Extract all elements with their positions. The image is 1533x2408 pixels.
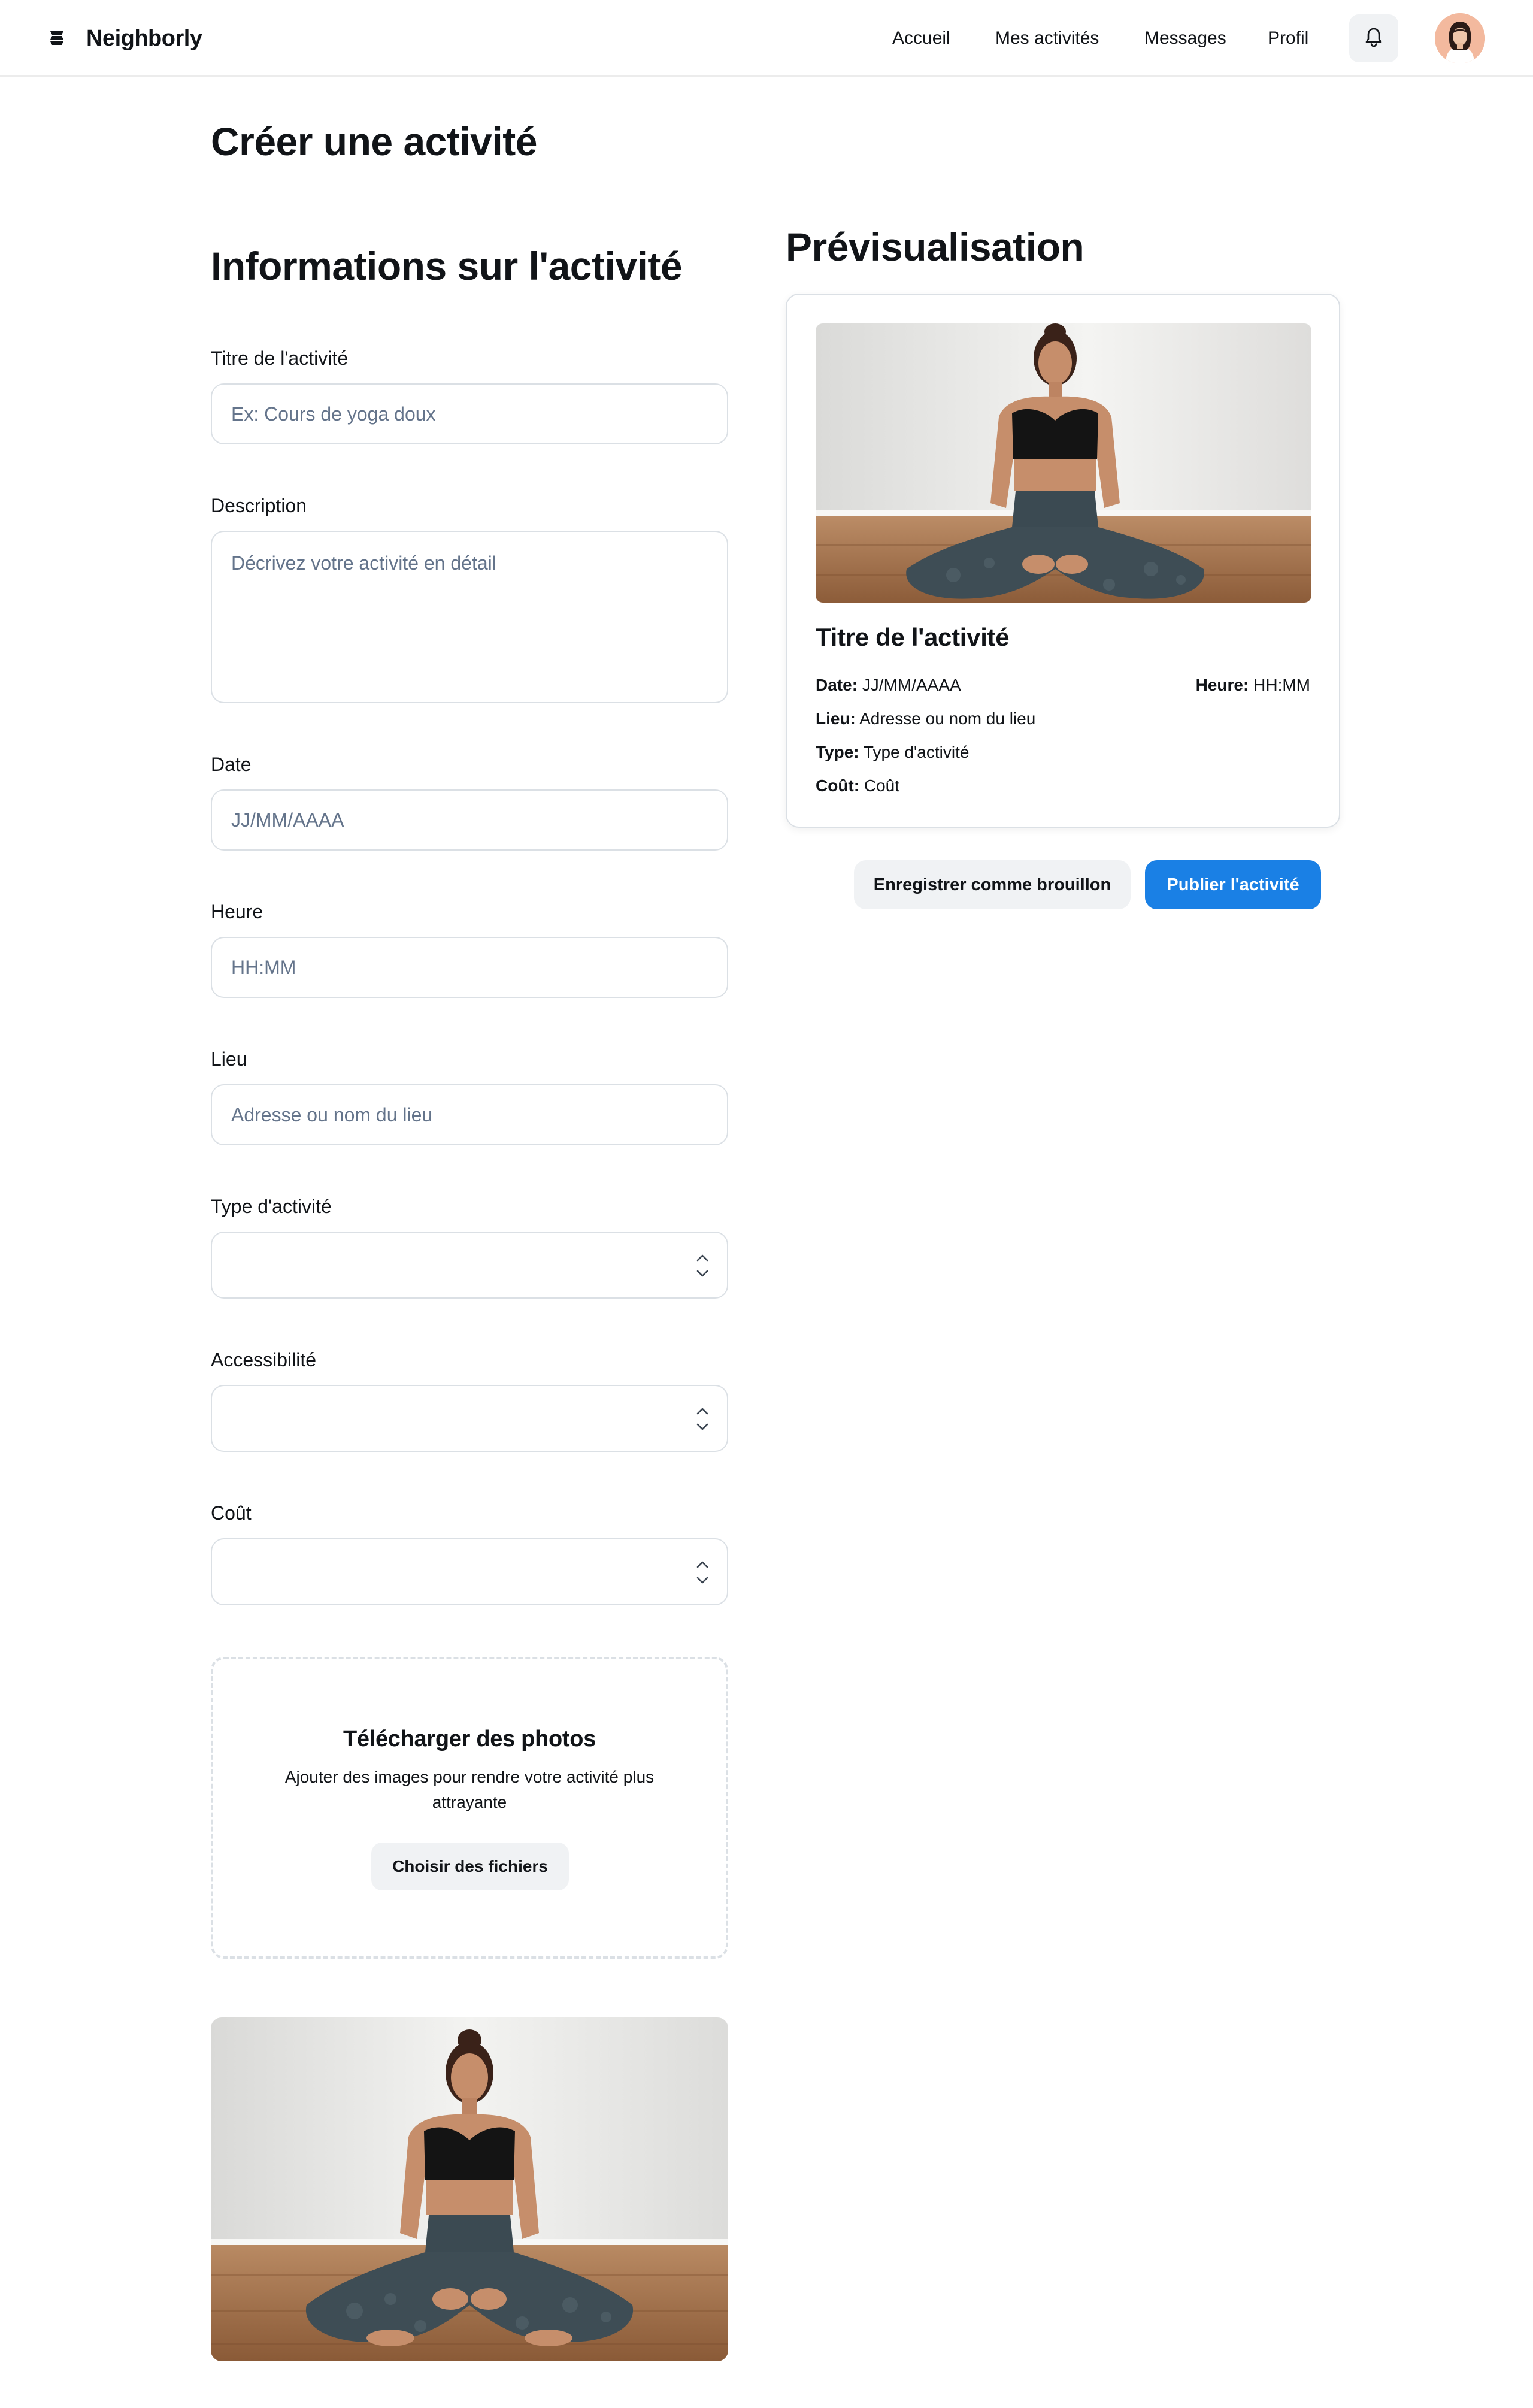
brand-name: Neighborly: [86, 25, 202, 51]
user-avatar[interactable]: [1435, 13, 1485, 63]
upload-title: Télécharger des photos: [343, 1726, 596, 1751]
bell-icon: [1364, 26, 1384, 51]
nav-link-home[interactable]: Accueil: [892, 23, 950, 54]
description-textarea[interactable]: [211, 531, 728, 703]
activity-type-select[interactable]: [211, 1232, 728, 1299]
stacked-layers-icon: [47, 28, 67, 49]
publish-button[interactable]: Publier l'activité: [1145, 860, 1321, 909]
top-navigation-bar: Neighborly Accueil Mes activités Message…: [0, 0, 1533, 77]
cost-select[interactable]: [211, 1538, 728, 1605]
accessibility-field-label: Accessibilité: [211, 1349, 317, 1371]
select-chevron-icon: [695, 1404, 710, 1434]
notifications-button[interactable]: [1349, 14, 1398, 62]
select-chevron-icon: [695, 1251, 710, 1281]
time-input[interactable]: [211, 937, 728, 998]
select-chevron-icon: [695, 1557, 710, 1587]
accessibility-select[interactable]: [211, 1385, 728, 1452]
cost-field-label: Coût: [211, 1502, 252, 1524]
upload-subtitle: Ajouter des images pour rendre votre act…: [284, 1768, 655, 1811]
preview-photo: [816, 323, 1311, 603]
preview-date: Date: JJ/MM/AAAA: [816, 676, 961, 694]
date-input[interactable]: [211, 789, 728, 851]
title-field-label: Titre de l'activité: [211, 347, 348, 369]
preview-activity-title: Titre de l'activité: [816, 623, 1010, 651]
location-field-label: Lieu: [211, 1048, 247, 1070]
time-field-label: Heure: [211, 901, 263, 922]
brand[interactable]: Neighborly: [47, 22, 202, 55]
description-field-label: Description: [211, 495, 307, 516]
save-draft-button[interactable]: Enregistrer comme brouillon: [854, 860, 1131, 909]
nav-link-my-activities[interactable]: Mes activités: [995, 23, 1099, 54]
choose-files-button[interactable]: Choisir des fichiers: [371, 1843, 569, 1890]
date-field-label: Date: [211, 754, 252, 775]
form-section-title: Informations sur l'activité: [211, 244, 683, 288]
preview-location: Lieu: Adresse ou nom du lieu: [816, 709, 1036, 728]
preview-type: Type: Type d'activité: [816, 743, 970, 761]
photo-upload-dropzone[interactable]: Télécharger des photos Ajouter des image…: [211, 1657, 728, 1959]
nav-link-profile[interactable]: Profil: [1268, 23, 1308, 54]
title-input[interactable]: [211, 383, 728, 444]
nav-link-messages[interactable]: Messages: [1144, 23, 1226, 54]
preview-cost: Coût: Coût: [816, 776, 900, 795]
activity-type-field-label: Type d'activité: [211, 1196, 332, 1217]
location-input[interactable]: [211, 1084, 728, 1145]
page-title: Créer une activité: [211, 119, 537, 164]
preview-title: Prévisualisation: [786, 225, 1084, 269]
uploaded-photo: [211, 2017, 728, 2361]
preview-time: Heure: HH:MM: [1195, 676, 1310, 694]
preview-card: Titre de l'activité Date: JJ/MM/AAAA Heu…: [786, 294, 1340, 828]
